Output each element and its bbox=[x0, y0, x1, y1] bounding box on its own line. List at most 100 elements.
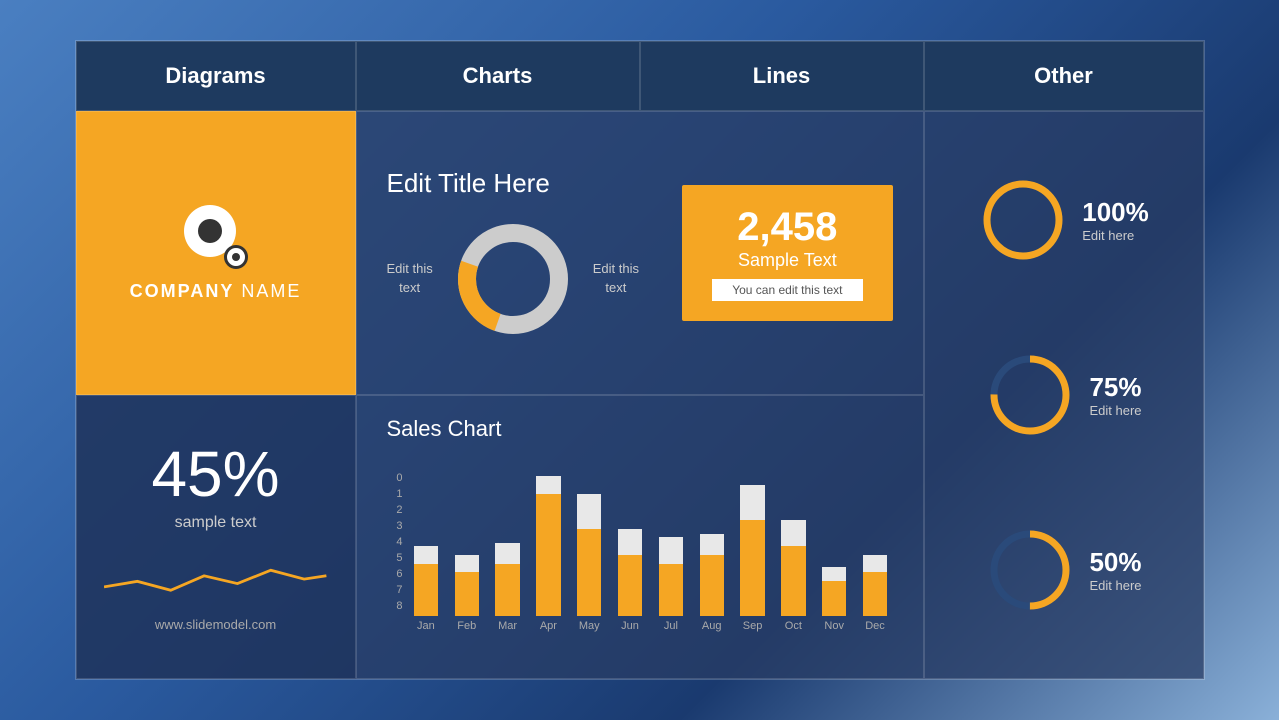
y-axis: 8 7 6 5 4 3 2 1 0 bbox=[387, 472, 403, 632]
gauge-edit-100[interactable]: Edit here bbox=[1082, 228, 1149, 243]
other-cell: 100% Edit here 75% Edit here 50% Edi bbox=[924, 111, 1204, 679]
gauge-svg-100 bbox=[978, 175, 1068, 265]
bar-white bbox=[863, 555, 887, 573]
chart-top-cell: Edit Title Here Edit thistext Edit thist… bbox=[356, 111, 924, 395]
header-charts: Charts bbox=[356, 41, 640, 111]
bar-label: Feb bbox=[457, 620, 476, 632]
stat-line-chart bbox=[104, 548, 326, 604]
bar-label: May bbox=[579, 620, 600, 632]
bar-label: Mar bbox=[498, 620, 517, 632]
bar-white bbox=[781, 520, 805, 546]
gauge-edit-50[interactable]: Edit here bbox=[1089, 578, 1141, 593]
gauge-item-75: 75% Edit here bbox=[985, 350, 1141, 440]
gauge-percent-75: 75% bbox=[1089, 372, 1141, 403]
sales-title[interactable]: Sales Chart bbox=[387, 416, 893, 442]
stat-percent: 45% bbox=[151, 442, 279, 506]
bar-label: Jul bbox=[664, 620, 678, 632]
bar-label: Jun bbox=[621, 620, 639, 632]
bar-stack bbox=[449, 555, 484, 616]
gauge-text-100: 100% Edit here bbox=[1082, 197, 1149, 243]
donut-row: Edit thistext Edit thistext bbox=[387, 219, 640, 339]
header-label-lines: Lines bbox=[753, 63, 810, 89]
bar-orange bbox=[536, 494, 560, 617]
logo-icon bbox=[184, 205, 248, 269]
bar-stack bbox=[694, 534, 729, 616]
bar-orange bbox=[781, 546, 805, 616]
bar-orange bbox=[740, 520, 764, 616]
bar-orange bbox=[659, 564, 683, 617]
bar-white bbox=[414, 546, 438, 564]
bar-stack bbox=[409, 546, 444, 616]
gauge-text-50: 50% Edit here bbox=[1089, 547, 1141, 593]
bar-stack bbox=[490, 543, 525, 617]
gauge-item-50: 50% Edit here bbox=[985, 525, 1141, 615]
bar-orange bbox=[863, 572, 887, 616]
bar-label: Dec bbox=[865, 620, 885, 632]
stats-cell: 45% sample text www.slidemodel.com bbox=[76, 395, 356, 679]
bar-white bbox=[618, 529, 642, 555]
bar-stack bbox=[613, 529, 648, 617]
header-label-charts: Charts bbox=[463, 63, 533, 89]
bar-white bbox=[659, 537, 683, 563]
dashboard: Diagrams Charts Lines Other COMPANY NAME… bbox=[75, 40, 1205, 680]
company-name: COMPANY NAME bbox=[130, 281, 302, 302]
gauge-svg-50 bbox=[985, 525, 1075, 615]
gauge-text-75: 75% Edit here bbox=[1089, 372, 1141, 418]
right-edit-text[interactable]: Edit thistext bbox=[593, 260, 639, 296]
bar-group-apr: Apr bbox=[531, 476, 566, 632]
bar-chart: 8 7 6 5 4 3 2 1 0 Jan Feb bbox=[387, 452, 893, 632]
bar-white bbox=[740, 485, 764, 520]
bar-group-dec: Dec bbox=[858, 555, 893, 632]
bar-group-jun: Jun bbox=[613, 529, 648, 633]
gauge-item-100: 100% Edit here bbox=[978, 175, 1149, 265]
bar-white bbox=[495, 543, 519, 564]
bar-orange bbox=[700, 555, 724, 616]
bar-group-aug: Aug bbox=[694, 534, 729, 632]
bar-orange bbox=[618, 555, 642, 616]
stats-number[interactable]: 2,458 bbox=[712, 205, 862, 250]
bar-label: Aug bbox=[702, 620, 722, 632]
bar-stack bbox=[653, 537, 688, 616]
left-edit-text[interactable]: Edit thistext bbox=[387, 260, 433, 296]
header-label-diagrams: Diagrams bbox=[165, 63, 265, 89]
logo-cell: COMPANY NAME bbox=[76, 111, 356, 395]
header-lines: Lines bbox=[640, 41, 924, 111]
gauge-percent-50: 50% bbox=[1089, 547, 1141, 578]
chart-title[interactable]: Edit Title Here bbox=[387, 168, 640, 199]
bar-orange bbox=[822, 581, 846, 616]
bar-group-jan: Jan bbox=[409, 546, 444, 632]
bar-stack bbox=[817, 567, 852, 616]
stat-url[interactable]: www.slidemodel.com bbox=[155, 617, 276, 632]
bar-stack bbox=[858, 555, 893, 616]
bar-group-sep: Sep bbox=[735, 485, 770, 632]
bar-white bbox=[577, 494, 601, 529]
gauge-edit-75[interactable]: Edit here bbox=[1089, 403, 1141, 418]
bar-stack bbox=[531, 476, 566, 616]
bar-label: Jan bbox=[417, 620, 435, 632]
chart-title-section: Edit Title Here Edit thistext Edit thist… bbox=[387, 168, 640, 339]
bar-orange bbox=[414, 564, 438, 617]
bar-white bbox=[822, 567, 846, 581]
header-label-other: Other bbox=[1034, 63, 1093, 89]
stats-sample[interactable]: Sample Text bbox=[712, 250, 862, 271]
bar-chart-inner: Jan Feb Mar Apr May bbox=[409, 472, 893, 632]
bar-label: Oct bbox=[785, 620, 802, 632]
bar-stack bbox=[735, 485, 770, 616]
gauge-svg-75 bbox=[985, 350, 1075, 440]
donut-chart bbox=[453, 219, 573, 339]
header-diagrams: Diagrams bbox=[76, 41, 356, 111]
bar-orange bbox=[577, 529, 601, 617]
bar-white bbox=[455, 555, 479, 573]
bar-white bbox=[700, 534, 724, 555]
sales-chart-cell: Sales Chart 8 7 6 5 4 3 2 1 0 Jan bbox=[356, 395, 924, 679]
bar-white bbox=[536, 476, 560, 494]
bar-group-feb: Feb bbox=[449, 555, 484, 632]
bar-label: Sep bbox=[743, 620, 763, 632]
stat-label: sample text bbox=[175, 514, 257, 532]
stats-edit-text[interactable]: You can edit this text bbox=[712, 279, 862, 301]
header-other: Other bbox=[924, 41, 1204, 111]
bar-stack bbox=[572, 494, 607, 617]
bar-group-oct: Oct bbox=[776, 520, 811, 632]
bar-orange bbox=[455, 572, 479, 616]
bar-orange bbox=[495, 564, 519, 617]
